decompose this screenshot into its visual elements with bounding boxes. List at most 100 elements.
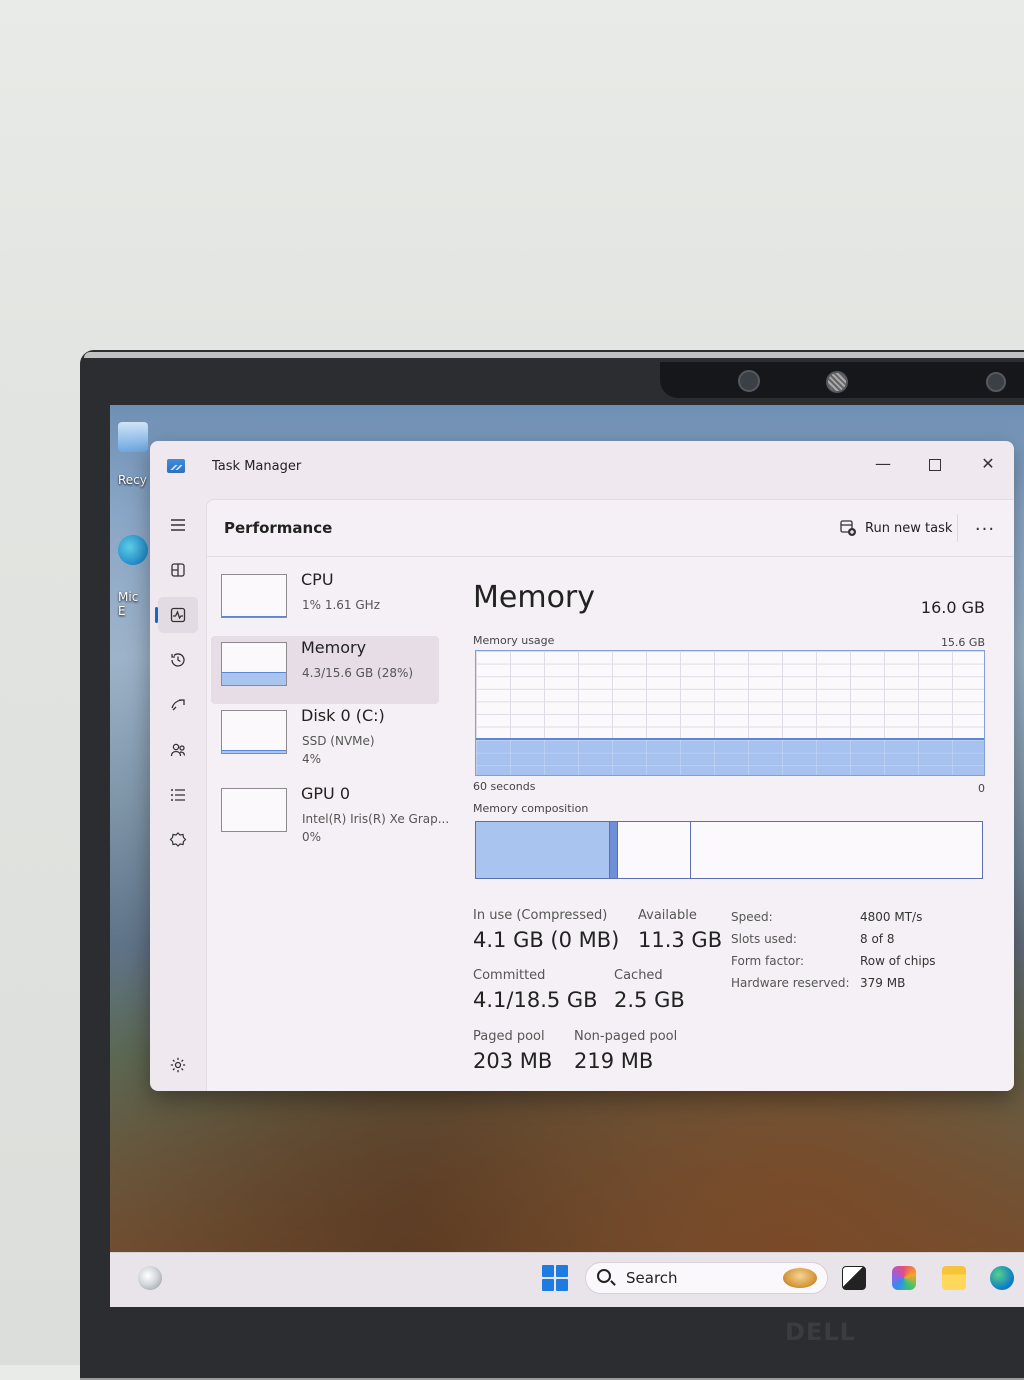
recycle-bin-icon[interactable]: [118, 422, 148, 452]
time-axis-label: 60 seconds: [473, 780, 536, 793]
memory-usage-fill: [476, 738, 984, 775]
non-paged-pool-value: 219 MB: [574, 1049, 654, 1073]
composition-modified: [610, 822, 618, 878]
run-new-task-icon: [840, 520, 856, 536]
ir-sensor-icon: [826, 371, 848, 393]
details-icon: [171, 789, 185, 801]
title-bar[interactable]: Task Manager — ✕: [150, 441, 1014, 499]
available-label: Available: [638, 908, 697, 923]
maximize-button[interactable]: [912, 447, 958, 481]
hamburger-menu-button[interactable]: [158, 507, 198, 543]
app-history-icon: [171, 653, 185, 667]
memory-composition-bar[interactable]: [475, 821, 983, 879]
m365-copilot-icon[interactable]: [892, 1266, 916, 1290]
perf-item-disk[interactable]: Disk 0 (C:) SSD (NVMe) 4%: [211, 704, 439, 776]
services-icon: [169, 832, 187, 847]
left-navigation: [150, 499, 206, 1091]
perf-item-name: CPU: [301, 570, 334, 589]
light-sensor-icon: [986, 372, 1006, 392]
composition-in-use: [476, 822, 611, 878]
minimize-icon: —: [875, 454, 891, 473]
spec-hardware-reserved-value: 379 MB: [860, 976, 906, 990]
perf-item-name: Memory: [301, 638, 367, 657]
perf-item-cpu[interactable]: CPU 1% 1.61 GHz: [211, 568, 439, 636]
perf-item-detail: Intel(R) Iris(R) Xe Grap...: [302, 812, 450, 826]
memory-composition-label: Memory composition: [473, 802, 589, 815]
task-manager-logo-icon: [167, 459, 185, 473]
laptop-lid-edge: [84, 352, 1024, 358]
memory-usage-label: Memory usage: [473, 634, 555, 647]
composition-free: [691, 822, 982, 878]
cached-label: Cached: [614, 968, 663, 983]
nav-performance[interactable]: [155, 597, 198, 633]
edge-shortcut-icon[interactable]: [118, 535, 148, 565]
desktop-label-edge: Mic E: [118, 590, 139, 618]
main-content: Performance Run new task ... CPU 1% 1.61…: [206, 499, 1014, 1091]
cpu-thumbnail-graph: [221, 574, 287, 618]
perf-item-usage: 4%: [302, 752, 322, 766]
nav-processes[interactable]: [158, 552, 198, 588]
command-bar-divider: [957, 514, 958, 542]
nav-details[interactable]: [158, 777, 198, 813]
time-axis-zero: 0: [978, 782, 985, 795]
page-title: Performance: [224, 519, 333, 537]
detail-title: Memory: [473, 580, 596, 615]
nav-services[interactable]: [158, 822, 198, 858]
performance-icon: [170, 607, 186, 623]
edge-icon[interactable]: [990, 1266, 1014, 1290]
perf-item-memory[interactable]: Memory 4.3/15.6 GB (28%): [211, 636, 439, 704]
nav-startup-apps[interactable]: [158, 687, 198, 723]
hamburger-menu-icon: [171, 519, 185, 531]
taskbar-search-box[interactable]: Search: [585, 1262, 828, 1294]
perf-item-detail: 4.3/15.6 GB (28%): [302, 666, 414, 680]
memory-usage-graph: [475, 650, 985, 776]
committed-value: 4.1/18.5 GB: [473, 988, 598, 1012]
dell-logo: DELL: [785, 1318, 856, 1346]
detail-total-memory: 16.0 GB: [920, 598, 985, 617]
startup-apps-icon: [171, 699, 185, 711]
disk-thumbnail-graph: [221, 710, 287, 754]
more-options-button[interactable]: ...: [969, 514, 1001, 542]
settings-gear-icon[interactable]: [169, 1056, 187, 1074]
webcam-icon: [738, 370, 760, 392]
nav-app-history[interactable]: [158, 642, 198, 678]
cached-value: 2.5 GB: [614, 988, 685, 1012]
spec-form-factor-value: Row of chips: [860, 954, 936, 968]
task-view-icon[interactable]: [842, 1266, 866, 1290]
run-new-task-button[interactable]: Run new task: [831, 512, 960, 544]
in-use-label: In use (Compressed): [473, 908, 608, 923]
non-paged-pool-label: Non-paged pool: [574, 1029, 678, 1044]
available-value: 11.3 GB: [638, 928, 723, 952]
perf-item-detail: SSD (NVMe): [302, 734, 375, 748]
close-icon: ✕: [981, 454, 995, 473]
task-manager-window: Task Manager — ✕ Performance Run new tas…: [150, 441, 1014, 1091]
memory-usage-max: 15.6 GB: [940, 636, 985, 649]
paged-pool-label: Paged pool: [473, 1029, 545, 1044]
maximize-icon: [929, 458, 941, 471]
perf-item-usage: 0%: [302, 830, 322, 844]
gpu-thumbnail-graph: [221, 788, 287, 832]
close-button[interactable]: ✕: [965, 447, 1011, 481]
in-use-value: 4.1 GB (0 MB): [473, 928, 620, 952]
processes-icon: [171, 563, 185, 577]
perf-item-name: GPU 0: [301, 784, 351, 803]
spec-form-factor-label: Form factor:: [731, 954, 805, 968]
weather-icon[interactable]: [138, 1266, 162, 1290]
nav-users[interactable]: [158, 732, 198, 768]
start-icon[interactable]: [542, 1265, 568, 1291]
desktop-label-recycle: Recy: [118, 473, 147, 487]
paged-pool-value: 203 MB: [473, 1049, 553, 1073]
spec-slots-label: Slots used:: [731, 932, 797, 946]
spec-hardware-reserved-label: Hardware reserved:: [731, 976, 850, 990]
spec-speed-value: 4800 MT/s: [860, 910, 923, 924]
composition-standby: [618, 822, 692, 878]
perf-item-detail: 1% 1.61 GHz: [302, 598, 381, 612]
minimize-button[interactable]: —: [860, 447, 906, 481]
run-new-task-label: Run new task: [865, 520, 953, 536]
perf-item-gpu[interactable]: GPU 0 Intel(R) Iris(R) Xe Grap... 0%: [211, 782, 449, 854]
search-placeholder: Search: [626, 1269, 678, 1287]
perf-item-name: Disk 0 (C:): [301, 706, 385, 725]
file-explorer-icon[interactable]: [942, 1266, 966, 1290]
search-highlight-icon: [783, 1268, 817, 1288]
command-bar: Performance Run new task ...: [207, 500, 1014, 557]
